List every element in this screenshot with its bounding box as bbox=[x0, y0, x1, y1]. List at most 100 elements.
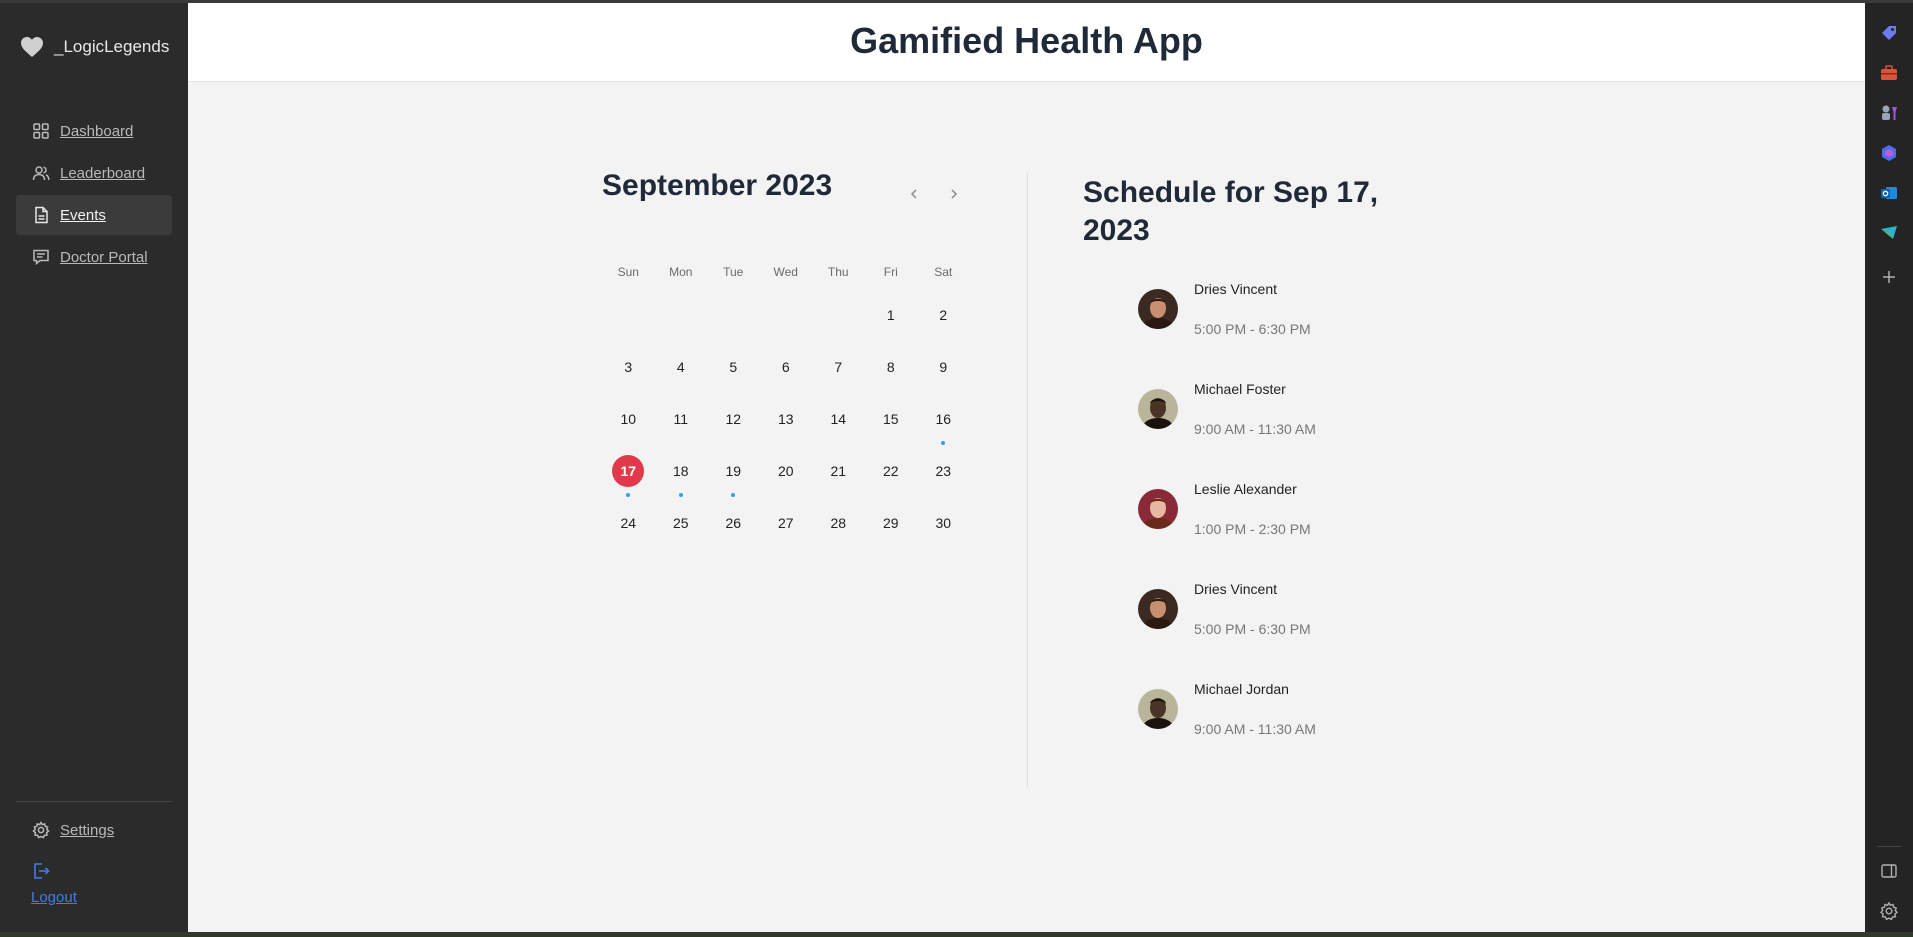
calendar-day[interactable]: 11 bbox=[655, 403, 708, 455]
calendar-day[interactable]: 12 bbox=[707, 403, 760, 455]
window-bottom-border bbox=[0, 932, 1913, 937]
heart-icon bbox=[21, 37, 43, 57]
schedule-event[interactable]: Michael Jordan 9:00 AM - 11:30 AM bbox=[1138, 681, 1458, 781]
calendar-day[interactable]: 20 bbox=[760, 455, 813, 507]
calendar-day[interactable]: 27 bbox=[760, 507, 813, 559]
calendar-blank-cell bbox=[655, 299, 708, 351]
calendar-day-number: 26 bbox=[725, 515, 742, 531]
calendar-day[interactable]: 30 bbox=[917, 507, 970, 559]
next-month-button[interactable] bbox=[942, 184, 966, 208]
sidebar-item-label: Dashboard bbox=[60, 122, 134, 140]
calendar-day-number: 11 bbox=[673, 411, 689, 427]
sidebar-divider bbox=[16, 801, 172, 802]
calendar-day[interactable]: 5 bbox=[707, 351, 760, 403]
weekday-label: Fri bbox=[883, 265, 898, 279]
calendar-day[interactable]: 14 bbox=[812, 403, 865, 455]
calendar-day[interactable]: 15 bbox=[865, 403, 918, 455]
calendar-day-number: 18 bbox=[672, 463, 689, 479]
outlook-icon[interactable] bbox=[1879, 183, 1899, 203]
logout-icon[interactable] bbox=[32, 862, 50, 880]
calendar-day[interactable]: 1 bbox=[865, 299, 918, 351]
add-icon[interactable] bbox=[1879, 267, 1899, 287]
calendar-day-number: 14 bbox=[830, 411, 847, 427]
calendar-blank-cell bbox=[760, 299, 813, 351]
weekday-label: Thu bbox=[827, 265, 849, 279]
browser-sidebar-divider bbox=[1877, 846, 1901, 847]
chat-icon bbox=[33, 249, 49, 266]
calendar-day-number: 16 bbox=[935, 411, 952, 427]
calendar-day[interactable]: 2 bbox=[917, 299, 970, 351]
calendar-day[interactable]: 22 bbox=[865, 455, 918, 507]
schedule-event[interactable]: Dries Vincent 5:00 PM - 6:30 PM bbox=[1138, 581, 1458, 681]
calendar-day-number: 21 bbox=[830, 463, 847, 479]
calendar-day[interactable]: 21 bbox=[812, 455, 865, 507]
weekday-header: Sun Mon Tue Wed Thu Fri Sat bbox=[602, 265, 970, 279]
weekday-label: Wed bbox=[773, 265, 798, 279]
gear-icon[interactable] bbox=[1879, 901, 1899, 921]
calendar-day[interactable]: 4 bbox=[655, 351, 708, 403]
copilot-icon[interactable] bbox=[1879, 143, 1899, 163]
schedule-event[interactable]: Dries Vincent 5:00 PM - 6:30 PM bbox=[1138, 281, 1458, 381]
calendar-day-number: 2 bbox=[939, 307, 948, 323]
event-time: 5:00 PM - 6:30 PM bbox=[1194, 621, 1311, 637]
sidebar-item-dashboard[interactable]: Dashboard bbox=[16, 111, 172, 151]
calendar-day[interactable]: 26 bbox=[707, 507, 760, 559]
calendar-day-number: 22 bbox=[882, 463, 899, 479]
calendar-day[interactable]: 16 bbox=[917, 403, 970, 455]
send-icon[interactable] bbox=[1879, 223, 1899, 243]
calendar-day[interactable]: 28 bbox=[812, 507, 865, 559]
calendar-day-selected[interactable]: 17 bbox=[602, 455, 655, 507]
calendar-day-number: 28 bbox=[830, 515, 847, 531]
page-header: Gamified Health App bbox=[188, 3, 1865, 82]
previous-month-button[interactable] bbox=[902, 184, 926, 208]
calendar-day[interactable]: 25 bbox=[655, 507, 708, 559]
settings-link[interactable]: Settings bbox=[32, 821, 114, 839]
schedule-event[interactable]: Leslie Alexander 1:00 PM - 2:30 PM bbox=[1138, 481, 1458, 581]
sidebar-item-label: Doctor Portal bbox=[60, 248, 148, 266]
sidebar-item-events[interactable]: Events bbox=[16, 195, 172, 235]
calendar-day[interactable]: 19 bbox=[707, 455, 760, 507]
avatar bbox=[1138, 389, 1178, 429]
event-time: 9:00 AM - 11:30 AM bbox=[1194, 721, 1316, 737]
logout-link[interactable]: Logout bbox=[31, 889, 77, 906]
calendar-day[interactable]: 3 bbox=[602, 351, 655, 403]
event-time: 9:00 AM - 11:30 AM bbox=[1194, 421, 1316, 437]
toolbox-icon[interactable] bbox=[1879, 63, 1899, 83]
schedule-panel: Schedule for Sep 17, 2023 Dries Vincent 5… bbox=[1083, 174, 1423, 737]
calendar-day[interactable]: 13 bbox=[760, 403, 813, 455]
avatar bbox=[1138, 589, 1178, 629]
browser-sidebar bbox=[1865, 3, 1913, 932]
avatar bbox=[1138, 689, 1178, 729]
schedule-event[interactable]: Michael Foster 9:00 AM - 11:30 AM bbox=[1138, 381, 1458, 481]
calendar-day[interactable]: 23 bbox=[917, 455, 970, 507]
brand[interactable]: _LogicLegends bbox=[20, 36, 169, 58]
event-person-name: Michael Jordan bbox=[1194, 681, 1289, 697]
calendar-blank-cell bbox=[602, 299, 655, 351]
calendar-day[interactable]: 7 bbox=[812, 351, 865, 403]
calendar-day[interactable]: 8 bbox=[865, 351, 918, 403]
tag-icon[interactable] bbox=[1879, 23, 1899, 43]
event-indicator-dot bbox=[941, 441, 946, 445]
calendar-day-number: 17 bbox=[612, 455, 645, 487]
calendar-day-number: 30 bbox=[935, 515, 952, 531]
document-icon bbox=[35, 206, 48, 224]
schedule-title: Schedule for Sep 17, 2023 bbox=[1083, 176, 1379, 247]
calendar-day-number: 29 bbox=[882, 515, 899, 531]
calendar-day-number: 9 bbox=[939, 359, 948, 375]
calendar-days-grid: 1 2 3 4 5 6 7 8 9 10 11 12 13 14 15 16 17 18 19 20 21 22 23 24 2… bbox=[602, 299, 970, 559]
calendar-day-number: 6 bbox=[781, 359, 790, 375]
weekday-label: Tue bbox=[723, 265, 744, 279]
sidebar-item-leaderboard[interactable]: Leaderboard bbox=[16, 153, 172, 193]
calendar-day[interactable]: 24 bbox=[602, 507, 655, 559]
calendar-day[interactable]: 10 bbox=[602, 403, 655, 455]
sidebar-item-doctor-portal[interactable]: Doctor Portal bbox=[16, 237, 172, 277]
sidebar-toggle-icon[interactable] bbox=[1879, 861, 1899, 881]
calendar-day[interactable]: 18 bbox=[655, 455, 708, 507]
page-title: Gamified Health App bbox=[850, 20, 1203, 61]
calendar-day-number: 19 bbox=[725, 463, 742, 479]
avatar bbox=[1138, 489, 1178, 529]
calendar-day[interactable]: 6 bbox=[760, 351, 813, 403]
chess-icon[interactable] bbox=[1879, 103, 1899, 123]
calendar-day[interactable]: 29 bbox=[865, 507, 918, 559]
calendar-day[interactable]: 9 bbox=[917, 351, 970, 403]
